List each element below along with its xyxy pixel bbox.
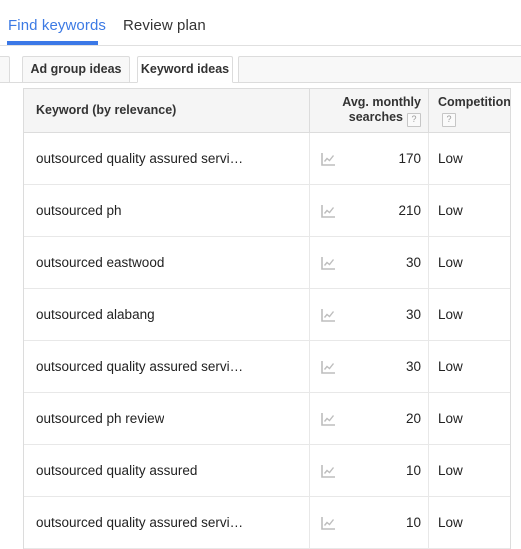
keyword-text: outsourced quality assured servi…: [36, 359, 244, 374]
column-header-keyword-label: Keyword (by relevance): [36, 103, 177, 117]
keyword-text: outsourced eastwood: [36, 255, 165, 270]
cell-competition: Low: [428, 393, 510, 444]
trend-chart-icon[interactable]: [321, 464, 336, 478]
avg-monthly-searches-value: 30: [405, 307, 421, 322]
line-chart-icon: [321, 256, 335, 270]
trend-chart-icon[interactable]: [321, 308, 336, 322]
cell-keyword[interactable]: outsourced ph review: [24, 393, 309, 444]
avg-monthly-searches-value: 170: [398, 151, 421, 166]
trend-chart-icon[interactable]: [321, 204, 336, 218]
line-chart-icon: [321, 204, 335, 218]
column-header-avg-monthly-searches-label: Avg. monthly searches?: [310, 95, 421, 127]
trend-chart-icon[interactable]: [321, 152, 336, 166]
keyword-text: outsourced quality assured: [36, 463, 198, 478]
competition-value: Low: [438, 359, 463, 374]
cell-keyword[interactable]: outsourced quality assured servi…: [24, 497, 309, 548]
trend-chart-icon[interactable]: [321, 516, 336, 530]
avg-monthly-searches-value: 30: [405, 255, 421, 270]
column-header-competition[interactable]: Competition?: [428, 89, 510, 132]
cell-competition: Low: [428, 289, 510, 340]
cell-keyword[interactable]: outsourced quality assured servi…: [24, 341, 309, 392]
keyword-text: outsourced quality assured servi…: [36, 151, 244, 166]
cell-competition: Low: [428, 133, 510, 184]
table-row[interactable]: outsourced quality assured servi… 170 Low: [24, 133, 510, 185]
competition-value: Low: [438, 411, 463, 426]
cell-avg-monthly-searches: 10: [309, 497, 428, 548]
avg-monthly-searches-value: 30: [405, 359, 421, 374]
cell-avg-monthly-searches: 30: [309, 237, 428, 288]
line-chart-icon: [321, 152, 335, 166]
cell-competition: Low: [428, 185, 510, 236]
cell-avg-monthly-searches: 210: [309, 185, 428, 236]
table-row[interactable]: outsourced ph review 20 Low: [24, 393, 510, 445]
table-header-row: Keyword (by relevance) Avg. monthly sear…: [24, 89, 510, 133]
column-header-avg-monthly-searches[interactable]: Avg. monthly searches?: [309, 89, 428, 132]
cell-keyword[interactable]: outsourced eastwood: [24, 237, 309, 288]
tab-keyword-ideas[interactable]: Keyword ideas: [137, 56, 233, 83]
keyword-text: outsourced ph: [36, 203, 122, 218]
avg-monthly-searches-value: 210: [398, 203, 421, 218]
avg-monthly-searches-value: 20: [405, 411, 421, 426]
competition-value: Low: [438, 203, 463, 218]
line-chart-icon: [321, 516, 335, 530]
avg-monthly-searches-value: 10: [405, 515, 421, 530]
nav-link-find-keywords[interactable]: Find keywords: [8, 17, 106, 35]
competition-value: Low: [438, 255, 463, 270]
avg-monthly-searches-value: 10: [405, 463, 421, 478]
table-row[interactable]: outsourced ph 210 Low: [24, 185, 510, 237]
line-chart-icon: [321, 464, 335, 478]
cell-avg-monthly-searches: 30: [309, 289, 428, 340]
tab-strip-filler: [238, 56, 521, 82]
line-chart-icon: [321, 412, 335, 426]
tab-ad-group-ideas[interactable]: Ad group ideas: [22, 56, 130, 82]
trend-chart-icon[interactable]: [321, 360, 336, 374]
keyword-text: outsourced ph review: [36, 411, 165, 426]
cell-competition: Low: [428, 445, 510, 496]
line-chart-icon: [321, 308, 335, 322]
trend-chart-icon[interactable]: [321, 256, 336, 270]
cell-avg-monthly-searches: 10: [309, 445, 428, 496]
table-row[interactable]: outsourced eastwood 30 Low: [24, 237, 510, 289]
tab-strip-divider: [0, 82, 521, 83]
cell-keyword[interactable]: outsourced alabang: [24, 289, 309, 340]
competition-value: Low: [438, 515, 463, 530]
keyword-text: outsourced alabang: [36, 307, 155, 322]
competition-value: Low: [438, 463, 463, 478]
column-header-keyword[interactable]: Keyword (by relevance): [24, 89, 309, 132]
line-chart-icon: [321, 360, 335, 374]
cell-competition: Low: [428, 341, 510, 392]
column-header-competition-label: Competition?: [438, 95, 510, 127]
competition-value: Low: [438, 151, 463, 166]
cell-keyword[interactable]: outsourced quality assured: [24, 445, 309, 496]
cell-avg-monthly-searches: 30: [309, 341, 428, 392]
tab-partial-offscreen[interactable]: [0, 56, 10, 82]
cell-keyword[interactable]: outsourced quality assured servi…: [24, 133, 309, 184]
top-navigation: Find keywords Review plan: [0, 0, 521, 46]
table-row[interactable]: outsourced quality assured servi… 10 Low: [24, 497, 510, 549]
help-icon-avg-monthly-searches[interactable]: ?: [407, 112, 421, 127]
cell-avg-monthly-searches: 20: [309, 393, 428, 444]
keyword-text: outsourced quality assured servi…: [36, 515, 244, 530]
trend-chart-icon[interactable]: [321, 412, 336, 426]
competition-value: Low: [438, 307, 463, 322]
cell-avg-monthly-searches: 170: [309, 133, 428, 184]
table-row[interactable]: outsourced alabang 30 Low: [24, 289, 510, 341]
cell-competition: Low: [428, 497, 510, 548]
table-row[interactable]: outsourced quality assured servi… 30 Low: [24, 341, 510, 393]
tab-strip: Ad group ideas Keyword ideas: [0, 46, 521, 84]
nav-link-review-plan[interactable]: Review plan: [123, 17, 206, 35]
help-icon-competition[interactable]: ?: [442, 112, 456, 127]
cell-keyword[interactable]: outsourced ph: [24, 185, 309, 236]
cell-competition: Low: [428, 237, 510, 288]
table-row[interactable]: outsourced quality assured 10 Low: [24, 445, 510, 497]
table-body: outsourced quality assured servi… 170 Low o…: [24, 133, 510, 549]
keyword-ideas-table: Keyword (by relevance) Avg. monthly sear…: [23, 88, 511, 549]
